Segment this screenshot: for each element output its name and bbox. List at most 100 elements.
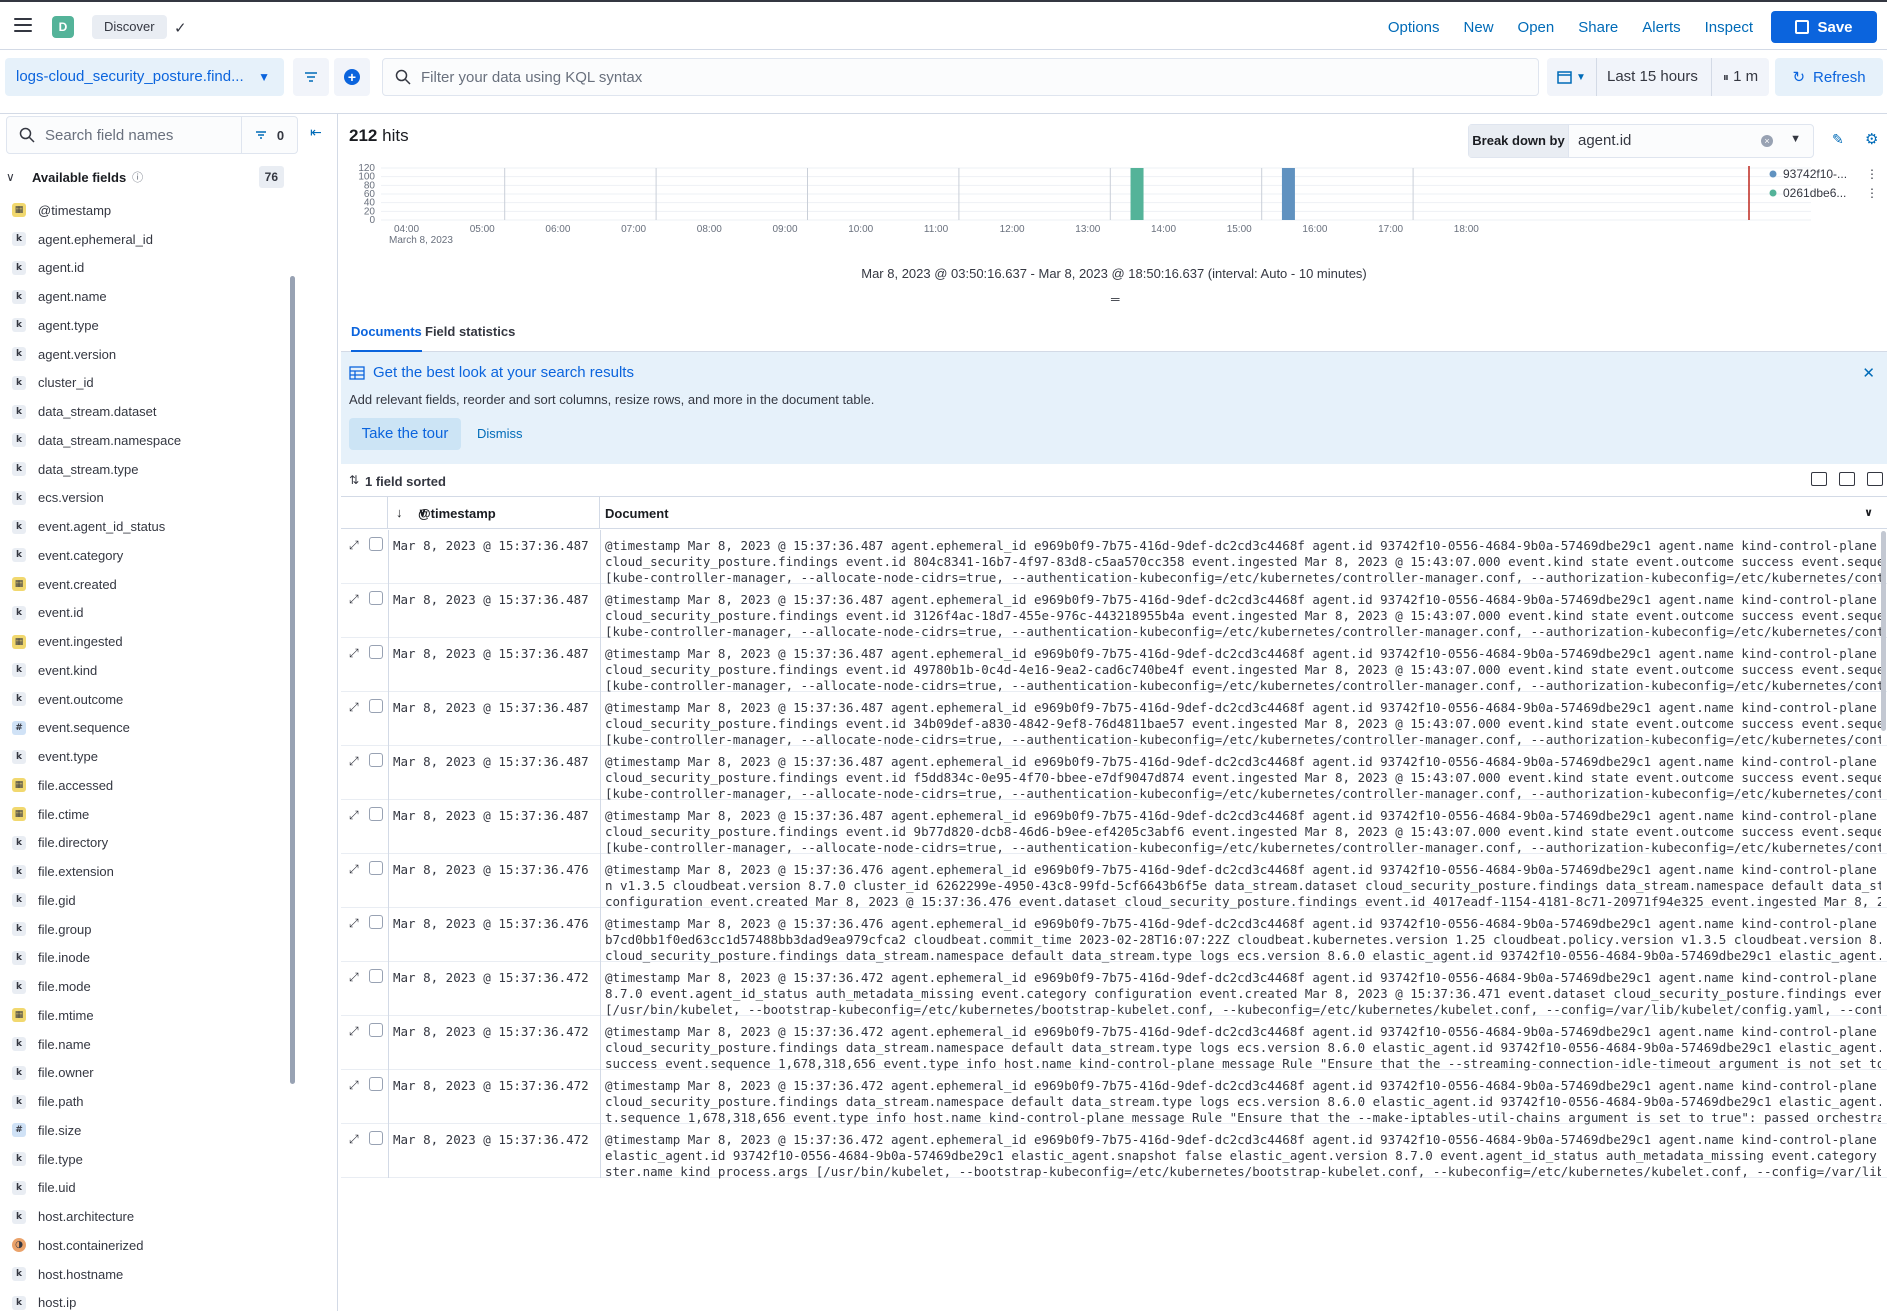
save-button[interactable]: Save [1771,11,1877,43]
expand-icon[interactable]: ⤢ [349,862,359,877]
legend-menu-icon[interactable]: ⋮ [1866,167,1878,181]
field-item[interactable]: ▦ @timestamp [6,196,290,225]
field-item[interactable]: k file.mode [6,972,290,1001]
table-scrollbar[interactable] [1881,531,1886,731]
field-item[interactable]: k ecs.version [6,484,290,513]
table-row[interactable]: ⤢ Mar 8, 2023 @ 15:37:36.472 @timestamp Ma… [341,1124,1887,1179]
field-item[interactable]: k cluster_id [6,369,290,398]
field-item[interactable]: k file.path [6,1087,290,1116]
keyboard-icon[interactable] [1811,472,1827,486]
field-item[interactable]: ▦ file.ctime [6,800,290,829]
kql-input[interactable] [421,59,1521,95]
expand-icon[interactable]: ⤢ [349,1078,359,1093]
field-item[interactable]: k host.hostname [6,1260,290,1289]
expand-icon[interactable]: ⤢ [349,970,359,985]
density-icon[interactable] [1839,472,1855,486]
lens-edit-icon[interactable]: ✎ [1832,131,1844,148]
field-item[interactable]: k file.type [6,1145,290,1174]
field-item[interactable]: k agent.version [6,340,290,369]
field-item[interactable]: k event.agent_id_status [6,512,290,541]
options-link[interactable]: Options [1376,19,1452,36]
table-row[interactable]: ⤢ Mar 8, 2023 @ 15:37:36.487 @timestamp Ma… [341,692,1887,747]
refresh-button[interactable]: ↻ Refresh [1775,58,1883,96]
field-item[interactable]: k event.type [6,742,290,771]
field-search-input[interactable] [45,117,245,153]
field-item[interactable]: k event.id [6,599,290,628]
field-item[interactable]: k data_stream.namespace [6,426,290,455]
share-link[interactable]: Share [1566,19,1630,36]
resize-handle-icon[interactable]: ═ [1111,292,1120,306]
tab-documents[interactable]: Documents [351,324,422,352]
inspect-link[interactable]: Inspect [1693,19,1765,36]
fullscreen-icon[interactable] [1867,472,1883,486]
row-checkbox[interactable] [369,1131,383,1145]
field-item[interactable]: ◑ host.containerized [6,1231,290,1260]
data-view-selector[interactable]: logs-cloud_security_posture.find... ▼ [5,58,284,96]
field-item[interactable]: ▦ event.ingested [6,627,290,656]
table-row[interactable]: ⤢ Mar 8, 2023 @ 15:37:36.487 @timestamp Ma… [341,746,1887,801]
sidebar-scrollbar[interactable] [290,276,295,1084]
table-row[interactable]: ⤢ Mar 8, 2023 @ 15:37:36.487 @timestamp Ma… [341,800,1887,855]
alerts-link[interactable]: Alerts [1630,19,1692,36]
new-link[interactable]: New [1452,19,1506,36]
expand-icon[interactable]: ⤢ [349,1024,359,1039]
table-row[interactable]: ⤢ Mar 8, 2023 @ 15:37:36.472 @timestamp Ma… [341,962,1887,1017]
close-icon[interactable]: ✕ [1862,364,1875,382]
row-checkbox[interactable] [369,753,383,767]
field-item[interactable]: ▦ file.mtime [6,1001,290,1030]
field-item[interactable]: k file.directory [6,829,290,858]
field-item[interactable]: ▦ file.accessed [6,771,290,800]
table-row[interactable]: ⤢ Mar 8, 2023 @ 15:37:36.476 @timestamp Ma… [341,854,1887,909]
expand-icon[interactable]: ⤢ [349,916,359,931]
row-checkbox[interactable] [369,1077,383,1091]
table-row[interactable]: ⤢ Mar 8, 2023 @ 15:37:36.472 @timestamp Ma… [341,1070,1887,1125]
legend-menu-icon[interactable]: ⋮ [1866,186,1878,200]
field-item[interactable]: k file.inode [6,944,290,973]
field-item[interactable]: k host.architecture [6,1202,290,1231]
row-checkbox[interactable] [369,861,383,875]
field-item[interactable]: k event.kind [6,656,290,685]
field-item[interactable]: k data_stream.dataset [6,397,290,426]
row-checkbox[interactable] [369,591,383,605]
field-item[interactable]: k agent.id [6,254,290,283]
expand-icon[interactable]: ⤢ [349,646,359,661]
expand-icon[interactable]: ⤢ [349,700,359,715]
field-item[interactable]: # event.sequence [6,714,290,743]
field-item[interactable]: k data_stream.type [6,455,290,484]
field-item[interactable]: k file.name [6,1030,290,1059]
chevron-down-icon[interactable]: ▼ [1790,133,1801,145]
expand-icon[interactable]: ⤢ [349,1132,359,1147]
field-item[interactable]: k agent.ephemeral_id [6,225,290,254]
histogram-bar[interactable] [1281,168,1295,220]
field-item[interactable]: k agent.name [6,282,290,311]
sorted-fields-button[interactable]: 1 field sorted [365,474,446,489]
tab-field-statistics[interactable]: Field statistics [425,324,515,352]
row-checkbox[interactable] [369,969,383,983]
field-item[interactable]: ▦ event.created [6,570,290,599]
field-item[interactable]: k agent.type [6,311,290,340]
chevron-down-icon[interactable]: ∨ [418,506,591,519]
row-checkbox[interactable] [369,537,383,551]
expand-icon[interactable]: ⤢ [349,538,359,553]
field-filter-button[interactable]: 0 [241,117,297,153]
histogram-bar[interactable] [1130,168,1144,220]
breakdown-value[interactable]: agent.id [1578,125,1631,157]
gear-icon[interactable]: ⚙ [1865,130,1878,148]
filter-menu-button[interactable] [293,58,329,96]
document-column-label[interactable]: Document [605,506,669,521]
field-item[interactable]: k file.extension [6,857,290,886]
field-item[interactable]: k file.owner [6,1059,290,1088]
expand-icon[interactable]: ⤢ [349,592,359,607]
row-checkbox[interactable] [369,1023,383,1037]
field-item[interactable]: k event.category [6,541,290,570]
add-filter-button[interactable]: + [334,58,370,96]
legend-label[interactable]: 0261dbe6... [1783,186,1846,200]
legend-label[interactable]: 93742f10-... [1783,167,1847,181]
row-checkbox[interactable] [369,915,383,929]
field-item[interactable]: k file.group [6,915,290,944]
date-range[interactable]: Last 15 hours [1607,58,1698,96]
field-item[interactable]: k event.outcome [6,685,290,714]
space-avatar[interactable]: D [52,16,74,38]
field-item[interactable]: k file.gid [6,886,290,915]
row-checkbox[interactable] [369,807,383,821]
